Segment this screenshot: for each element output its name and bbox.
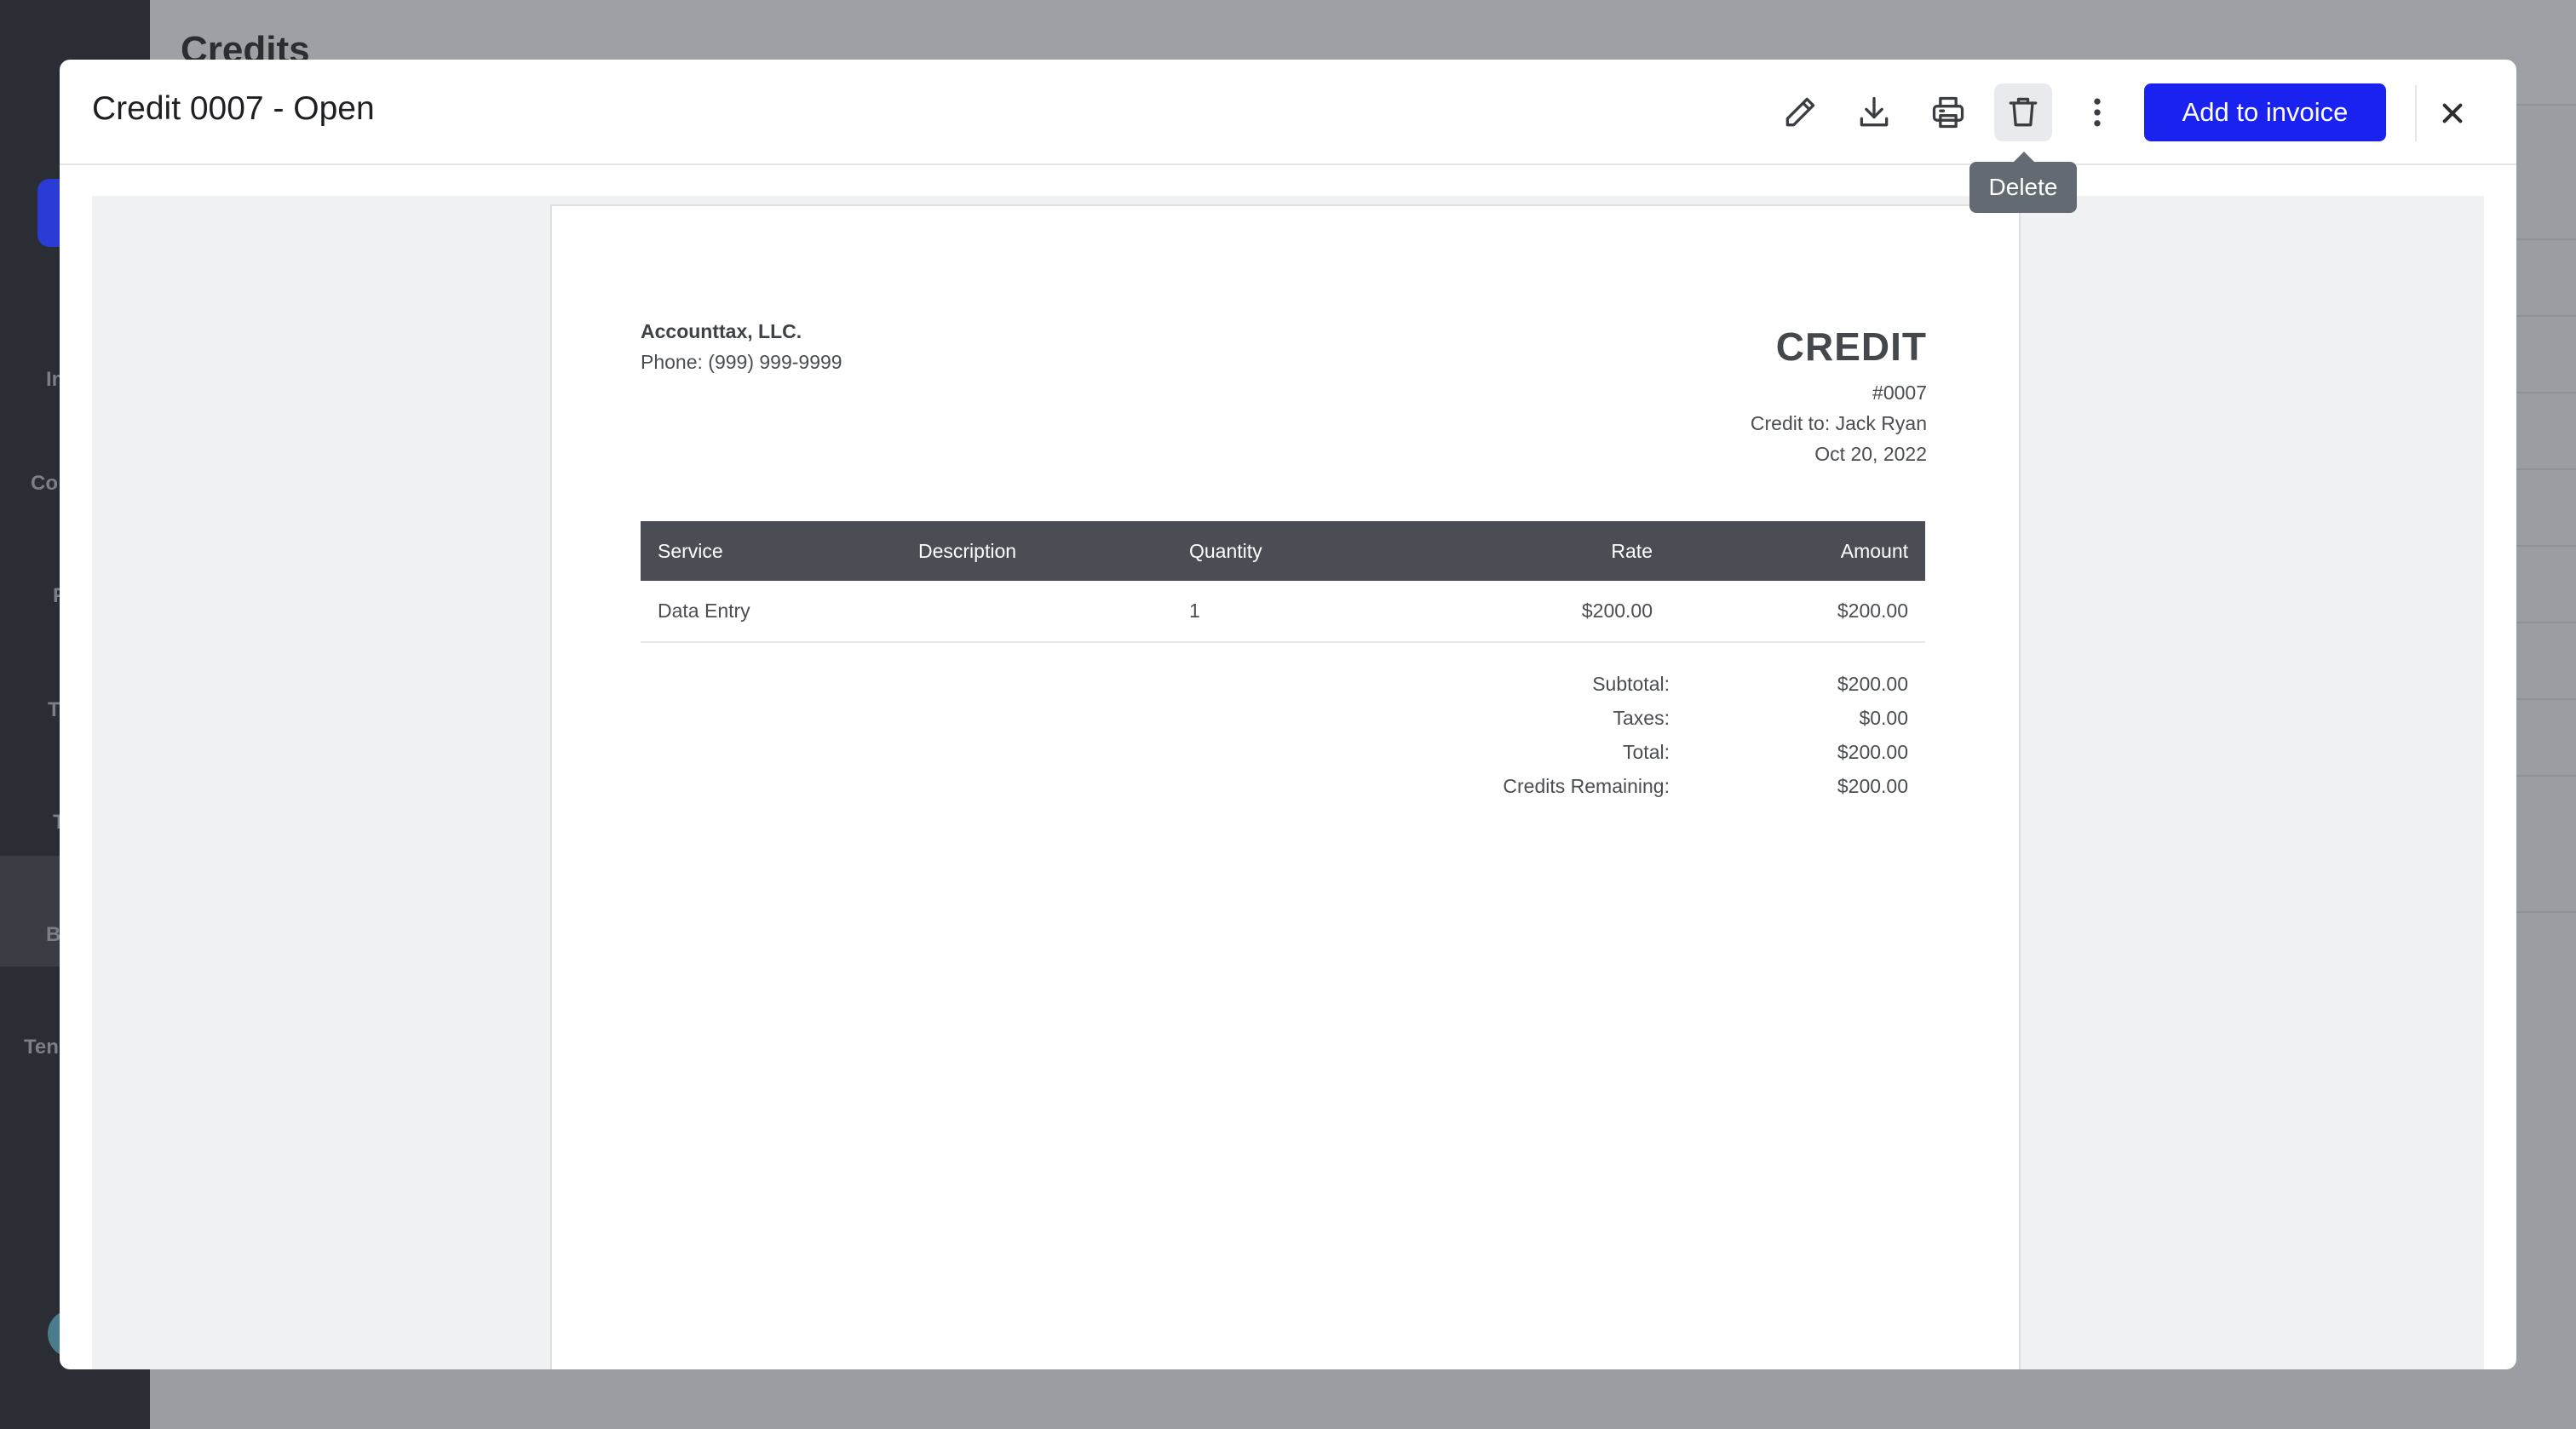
totals-row-taxes: Taxes: $0.00 — [641, 707, 1925, 741]
background-table-edge — [2513, 153, 2576, 920]
totals-value: $0.00 — [1859, 707, 1908, 729]
delete-button[interactable] — [1994, 83, 2052, 141]
edit-button[interactable] — [1771, 83, 1829, 141]
column-header-service: Service — [641, 521, 901, 581]
close-icon — [2442, 103, 2463, 123]
credit-detail-modal: Credit 0007 - Open Add to invoice Accoun… — [60, 60, 2516, 1369]
column-header-amount: Amount — [1670, 521, 1925, 581]
line-items-table: Service Description Quantity Rate Amount… — [641, 521, 1925, 643]
totals-label: Taxes: — [1613, 707, 1670, 729]
more-options-button[interactable] — [2068, 83, 2126, 141]
sidebar-item-label: Ten — [24, 1036, 59, 1059]
delete-tooltip: Delete — [1969, 152, 2077, 213]
totals-value: $200.00 — [1837, 741, 1908, 763]
cell-amount: $200.00 — [1670, 581, 1925, 643]
totals-row-total: Total: $200.00 — [641, 741, 1925, 775]
column-header-quantity: Quantity — [1172, 521, 1428, 581]
company-name: Accounttax, LLC. — [641, 320, 802, 342]
close-button[interactable] — [2424, 85, 2481, 141]
totals-section: Subtotal: $200.00 Taxes: $0.00 Total: $2… — [641, 673, 1925, 809]
cell-service: Data Entry — [641, 581, 901, 643]
totals-row-subtotal: Subtotal: $200.00 — [641, 673, 1925, 707]
trash-icon — [2009, 97, 2038, 127]
sidebar-item-label: B — [46, 923, 61, 946]
totals-label: Total: — [1623, 741, 1670, 763]
printer-icon — [1932, 96, 1964, 129]
document-preview[interactable]: Accounttax, LLC. Phone: (999) 999-9999 C… — [92, 196, 2484, 1369]
print-button[interactable] — [1919, 83, 1977, 141]
totals-row-credits-remaining: Credits Remaining: $200.00 — [641, 775, 1925, 809]
totals-label: Credits Remaining: — [1503, 775, 1670, 797]
header-divider — [2415, 85, 2417, 141]
credit-to: Credit to: Jack Ryan — [1750, 412, 1927, 434]
column-header-rate: Rate — [1428, 521, 1670, 581]
table-row: Data Entry 1 $200.00 $200.00 — [641, 581, 1925, 643]
document-heading: CREDIT — [1775, 324, 1927, 369]
modal-title: Credit 0007 - Open — [92, 90, 375, 127]
credit-document-page: Accounttax, LLC. Phone: (999) 999-9999 C… — [550, 204, 2021, 1369]
cell-description — [901, 581, 1172, 643]
credit-number: #0007 — [1872, 382, 1927, 404]
download-icon — [1860, 96, 1889, 127]
cell-rate: $200.00 — [1428, 581, 1670, 643]
totals-label: Subtotal: — [1592, 673, 1670, 695]
totals-value: $200.00 — [1837, 775, 1908, 797]
cell-quantity: 1 — [1172, 581, 1428, 643]
pencil-icon — [1785, 97, 1815, 127]
sidebar-item-label: Co — [31, 472, 58, 495]
column-header-description: Description — [901, 521, 1172, 581]
modal-header: Credit 0007 - Open Add to invoice — [60, 60, 2516, 165]
totals-value: $200.00 — [1837, 673, 1908, 695]
add-to-invoice-button[interactable]: Add to invoice — [2144, 83, 2386, 141]
table-header-row: Service Description Quantity Rate Amount — [641, 521, 1925, 581]
download-button[interactable] — [1845, 83, 1903, 141]
more-vertical-icon — [2094, 98, 2101, 127]
sidebar-item-label: T — [48, 698, 60, 721]
credit-date: Oct 20, 2022 — [1814, 443, 1927, 465]
company-phone: Phone: (999) 999-9999 — [641, 351, 842, 373]
